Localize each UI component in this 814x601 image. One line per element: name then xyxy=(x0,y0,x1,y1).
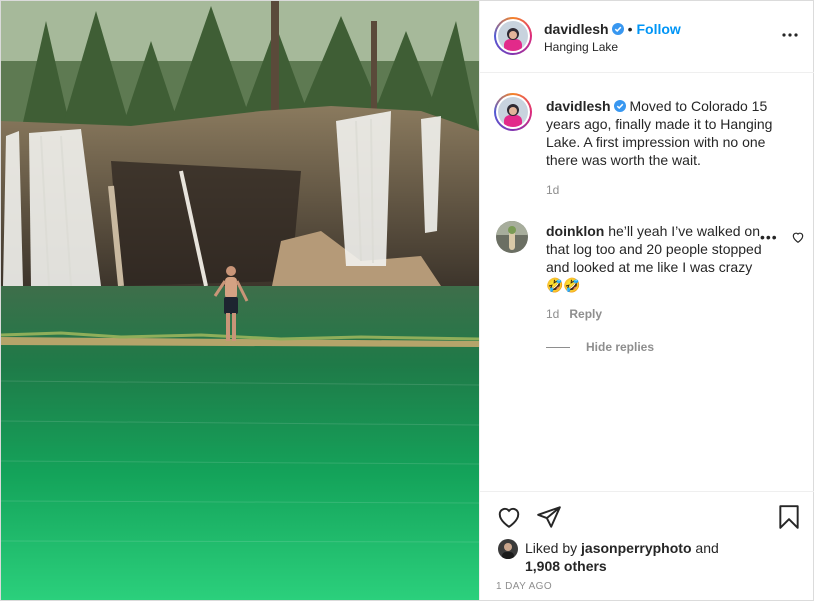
author-username[interactable]: davidlesh xyxy=(544,21,609,37)
post-header: davidlesh • Follow Hanging Lake xyxy=(480,1,814,73)
verified-badge-icon xyxy=(613,100,626,112)
hide-replies-button[interactable]: Hide replies xyxy=(546,340,654,354)
hide-replies-label: Hide replies xyxy=(586,340,655,354)
post-location[interactable]: Hanging Lake xyxy=(544,40,618,54)
reply-button[interactable]: Reply xyxy=(569,307,602,321)
post-actions: Liked by jasonperryphoto and 1,908 other… xyxy=(480,491,814,599)
comment-meta: 1d Reply xyxy=(546,307,602,321)
more-options-icon[interactable] xyxy=(781,26,799,44)
follow-button[interactable]: Follow xyxy=(637,21,681,37)
likes-count[interactable]: 1,908 others xyxy=(525,558,607,574)
post-side-panel: davidlesh • Follow Hanging Lake davidles… xyxy=(479,1,814,600)
instagram-post-window: davidlesh • Follow Hanging Lake davidles… xyxy=(0,0,814,601)
bookmark-icon[interactable] xyxy=(776,504,802,530)
commenter-username[interactable]: doinklon xyxy=(546,223,604,239)
liker-avatar[interactable] xyxy=(498,539,518,559)
likes-prefix: Liked by xyxy=(525,540,578,556)
comment-timestamp[interactable]: 1d xyxy=(546,307,559,321)
caption-username[interactable]: davidlesh xyxy=(546,98,611,114)
hanging-lake-photo xyxy=(1,1,479,600)
likes-conjunction: and xyxy=(695,540,719,556)
commenter-avatar[interactable] xyxy=(496,221,528,253)
post-timestamp[interactable]: 1 DAY AGO xyxy=(496,581,552,592)
author-avatar[interactable] xyxy=(494,17,532,55)
verified-badge-icon xyxy=(611,23,624,35)
comment-emoji: 🤣🤣 xyxy=(546,277,581,293)
liker-username[interactable]: jasonperryphoto xyxy=(581,540,691,556)
header-user-line: davidlesh • Follow xyxy=(544,21,681,37)
caption-timestamp[interactable]: 1d xyxy=(546,183,559,197)
comment-heart-icon[interactable] xyxy=(791,230,805,244)
share-icon[interactable] xyxy=(536,504,562,530)
caption-author-avatar[interactable] xyxy=(494,93,532,131)
comment-text: doinklon he’ll yeah I’ve walked on that … xyxy=(546,222,776,294)
hide-replies-line xyxy=(546,347,570,349)
heart-icon[interactable] xyxy=(496,504,522,530)
caption-text: davidlesh Moved to Colorado 15 years ago… xyxy=(546,97,796,169)
header-separator: • xyxy=(627,21,633,37)
post-photo[interactable] xyxy=(1,1,479,600)
likes-text: Liked by jasonperryphoto and 1,908 other… xyxy=(525,539,785,575)
comment-more-options-icon[interactable]: ••• xyxy=(760,229,778,245)
